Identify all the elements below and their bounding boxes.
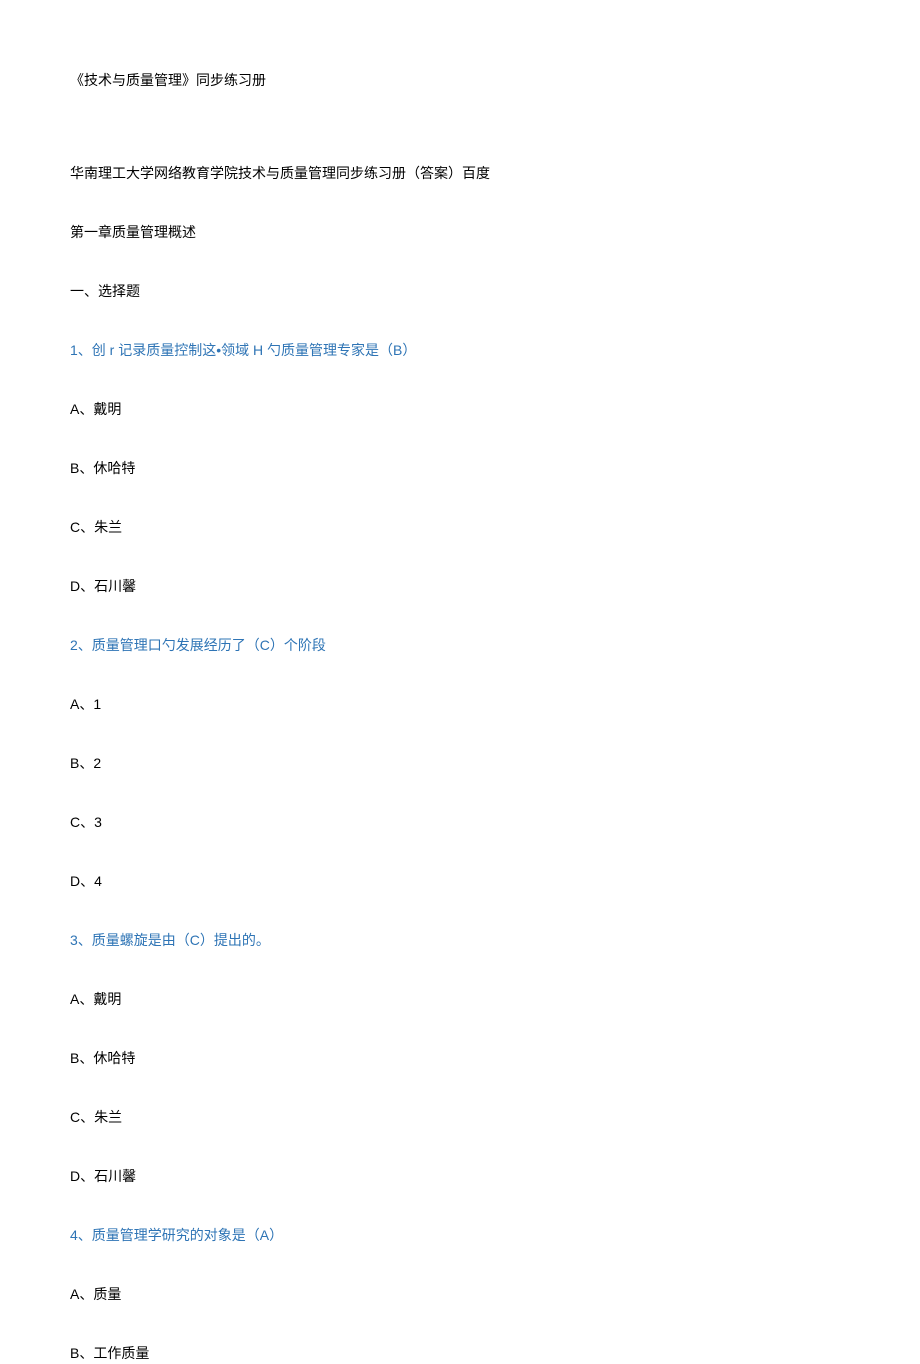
question-3-option-c: C、朱兰: [70, 1107, 850, 1128]
question-2-option-d: D、4: [70, 871, 850, 892]
question-1-option-c: C、朱兰: [70, 517, 850, 538]
section-heading: 一、选择题: [70, 281, 850, 302]
question-1-option-d: D、石川馨: [70, 576, 850, 597]
document-subtitle: 华南理工大学网络教育学院技术与质量管理同步练习册（答案）百度: [70, 163, 850, 184]
question-1-option-b: B、休哈特: [70, 458, 850, 479]
question-2-option-a: A、1: [70, 694, 850, 715]
question-1: 1、创 r 记录质量控制这•领域 H 勺质量管理专家是（B）: [70, 340, 850, 361]
question-3-option-b: B、休哈特: [70, 1048, 850, 1069]
question-2-option-c: C、3: [70, 812, 850, 833]
chapter-heading: 第一章质量管理概述: [70, 222, 850, 243]
question-3: 3、质量螺旋是由（C）提出的。: [70, 930, 850, 951]
question-4: 4、质量管理学研究的对象是（A）: [70, 1225, 850, 1246]
question-2-option-b: B、2: [70, 753, 850, 774]
question-4-option-a: A、质量: [70, 1284, 850, 1305]
document-title: 《技术与质量管理》同步练习册: [70, 70, 850, 91]
question-2: 2、质量管理口勺发展经历了（C）个阶段: [70, 635, 850, 656]
question-1-option-a: A、戴明: [70, 399, 850, 420]
question-3-option-a: A、戴明: [70, 989, 850, 1010]
question-3-option-d: D、石川馨: [70, 1166, 850, 1187]
question-4-option-b: B、工作质量: [70, 1343, 850, 1364]
